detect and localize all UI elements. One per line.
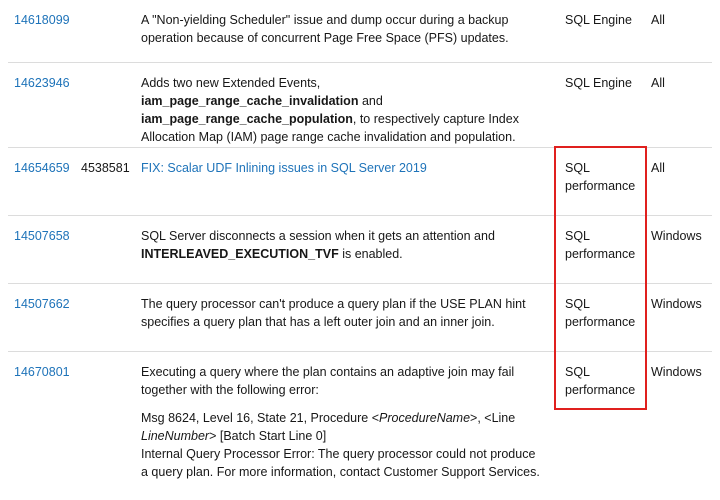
description-text: >, <Line	[470, 411, 516, 425]
fix-area: SQL Engine	[565, 76, 632, 90]
platform: Windows	[651, 365, 702, 379]
fix-area: SQL performance	[565, 365, 636, 397]
platform: Windows	[651, 297, 702, 311]
description-paragraph: SQL Server disconnects a session when it…	[141, 227, 541, 263]
bug-number-link[interactable]: 14507658	[14, 227, 74, 245]
description-text: The query processor can't produce a quer…	[141, 297, 526, 329]
fix-description: A "Non-yielding Scheduler" issue and dum…	[141, 11, 541, 47]
bug-number-link[interactable]: 14670801	[14, 363, 74, 381]
table-row: 14618099 A "Non-yielding Scheduler" issue…	[8, 0, 712, 63]
description-text: Internal Query Processor Error: The quer…	[141, 447, 540, 479]
fix-description: SQL Server disconnects a session when it…	[141, 227, 541, 263]
fix-description: Executing a query where the plan contain…	[141, 363, 541, 481]
italic-placeholder: LineNumber	[141, 429, 210, 443]
table-row: 14623946 Adds two new Extended Events, ia…	[8, 63, 712, 148]
table-row: 14507658 SQL Server disconnects a session…	[8, 216, 712, 284]
kb-number: 4538581	[81, 161, 130, 175]
fix-description: The query processor can't produce a quer…	[141, 295, 541, 331]
description-text: Msg 8624, Level 16, State 21, Procedure …	[141, 411, 380, 425]
bold-term: iam_page_range_cache_population	[141, 112, 353, 126]
fix-description: Adds two new Extended Events, iam_page_r…	[141, 74, 541, 146]
bold-term: INTERLEAVED_EXECUTION_TVF	[141, 247, 339, 261]
description-text: and	[358, 94, 383, 108]
fix-area: SQL performance	[565, 297, 636, 329]
fix-description: FIX: Scalar UDF Inlining issues in SQL S…	[141, 159, 541, 177]
description-paragraph: Adds two new Extended Events, iam_page_r…	[141, 74, 541, 146]
kb-article-link[interactable]: FIX: Scalar UDF Inlining issues in SQL S…	[141, 161, 427, 175]
description-paragraph: FIX: Scalar UDF Inlining issues in SQL S…	[141, 159, 541, 177]
bug-number-link[interactable]: 14623946	[14, 74, 74, 92]
description-paragraph: The query processor can't produce a quer…	[141, 295, 541, 331]
table-row: 14507662 The query processor can't produc…	[8, 284, 712, 352]
platform: All	[651, 13, 665, 27]
italic-placeholder: ProcedureName	[379, 411, 471, 425]
table-row: 14670801 Executing a query where the plan…	[8, 352, 712, 500]
description-text: Executing a query where the plan contain…	[141, 365, 515, 397]
table-row: 14654659 4538581 FIX: Scalar UDF Inlining …	[8, 148, 712, 216]
bug-number-link[interactable]: 14654659	[14, 159, 74, 177]
description-text: A "Non-yielding Scheduler" issue and dum…	[141, 13, 509, 45]
bold-term: iam_page_range_cache_invalidation	[141, 94, 359, 108]
description-paragraph: A "Non-yielding Scheduler" issue and dum…	[141, 11, 541, 47]
description-text: Adds two new Extended Events,	[141, 76, 321, 90]
description-text: SQL Server disconnects a session when it…	[141, 229, 495, 243]
description-text: > [Batch Start Line 0]	[209, 429, 327, 443]
description-paragraph: Msg 8624, Level 16, State 21, Procedure …	[141, 409, 541, 481]
fix-area: SQL performance	[565, 229, 636, 261]
description-text: is enabled.	[338, 247, 403, 261]
fix-area: SQL Engine	[565, 13, 632, 27]
platform: All	[651, 161, 665, 175]
fix-list-table: 14618099 A "Non-yielding Scheduler" issue…	[8, 0, 712, 500]
bug-number-link[interactable]: 14618099	[14, 11, 74, 29]
platform: All	[651, 76, 665, 90]
bug-number-link[interactable]: 14507662	[14, 295, 74, 313]
platform: Windows	[651, 229, 702, 243]
fix-area: SQL performance	[565, 161, 636, 193]
description-paragraph: Executing a query where the plan contain…	[141, 363, 541, 399]
